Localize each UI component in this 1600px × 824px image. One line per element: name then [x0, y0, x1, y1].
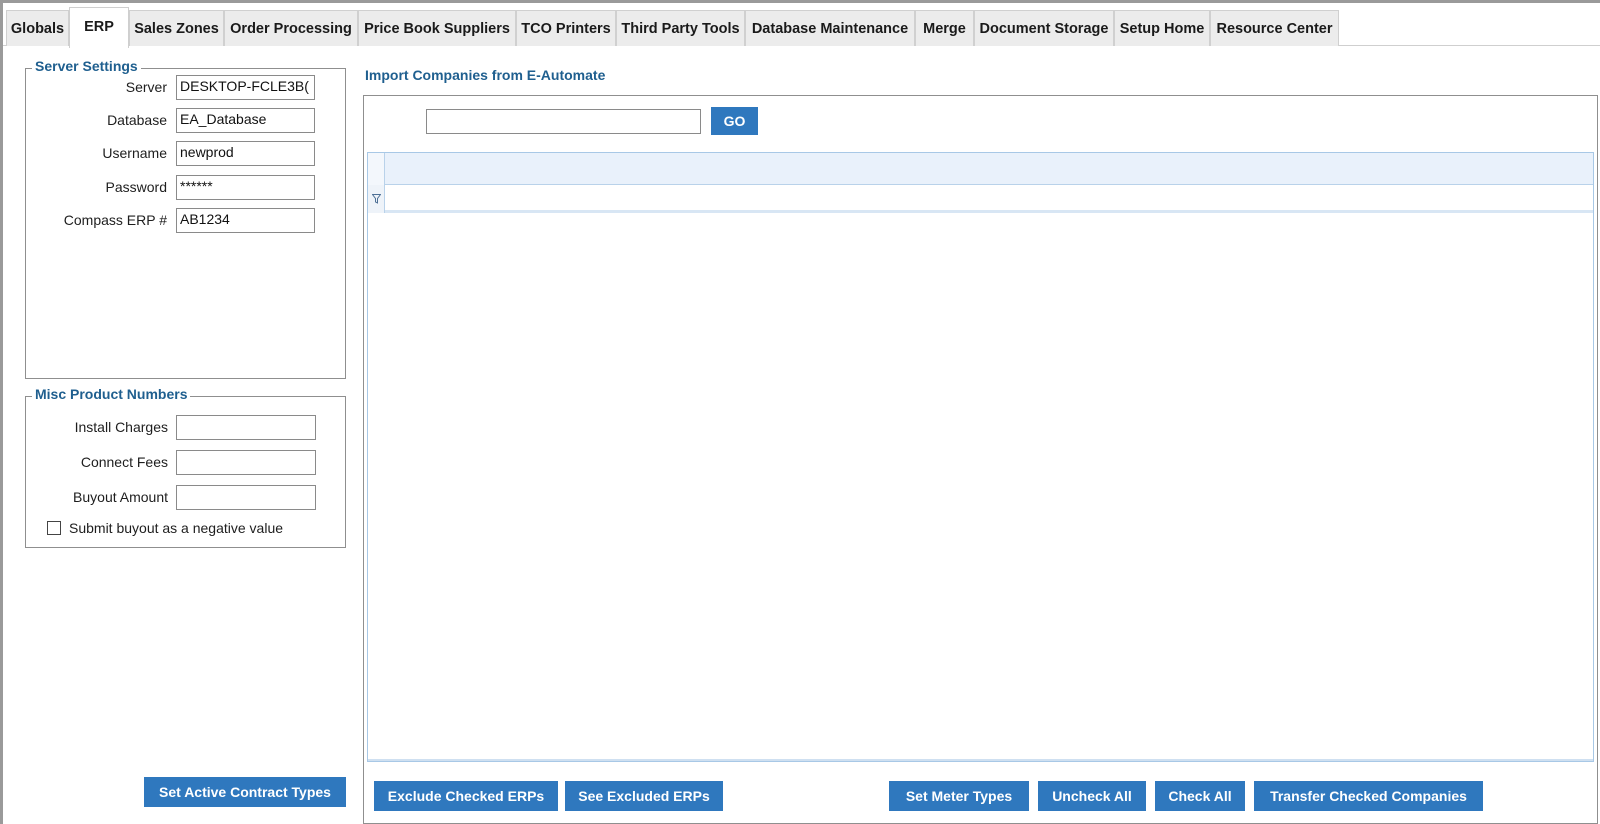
connect-fees-input[interactable]	[176, 450, 316, 475]
go-button[interactable]: GO	[711, 107, 758, 135]
tab-document-storage[interactable]: Document Storage	[974, 10, 1114, 46]
grid-header-row-selector	[368, 153, 385, 185]
negative-buyout-checkbox[interactable]	[47, 521, 61, 535]
check-all-button[interactable]: Check All	[1155, 781, 1245, 811]
username-label: Username	[102, 145, 167, 161]
tab-globals[interactable]: Globals	[6, 10, 69, 46]
server-input[interactable]: DESKTOP-FCLE3B(	[176, 75, 315, 100]
password-label: Password	[105, 179, 167, 195]
install-charges-label: Install Charges	[74, 419, 168, 435]
database-label: Database	[107, 112, 167, 128]
password-input[interactable]: ******	[176, 175, 315, 200]
exclude-checked-erps-button[interactable]: Exclude Checked ERPs	[374, 781, 558, 811]
buyout-amount-input[interactable]	[176, 485, 316, 510]
misc-product-numbers-title: Misc Product Numbers	[32, 386, 191, 402]
username-input[interactable]: newprod	[176, 141, 315, 166]
database-input[interactable]: EA_Database	[176, 108, 315, 133]
server-settings-title: Server Settings	[32, 58, 141, 74]
company-search-input[interactable]	[426, 109, 701, 134]
set-meter-types-button[interactable]: Set Meter Types	[889, 781, 1029, 811]
import-panel: GO Exclude Checked ERPs See Excluded ERP…	[363, 95, 1598, 824]
server-label: Server	[125, 79, 167, 95]
companies-grid	[367, 152, 1594, 762]
tab-tco-printers[interactable]: TCO Printers	[516, 10, 616, 46]
tab-bar: Globals ERP Sales Zones Order Processing…	[3, 3, 1600, 48]
import-companies-title: Import Companies from E-Automate	[365, 67, 606, 83]
compass-erp-input[interactable]: AB1234	[176, 208, 315, 233]
see-excluded-erps-button[interactable]: See Excluded ERPs	[565, 781, 723, 811]
tab-resource-center[interactable]: Resource Center	[1210, 10, 1339, 46]
tab-merge[interactable]: Merge	[915, 10, 974, 46]
buyout-amount-label: Buyout Amount	[73, 489, 168, 505]
tab-setup-home[interactable]: Setup Home	[1114, 10, 1210, 46]
grid-header	[368, 153, 1593, 185]
uncheck-all-button[interactable]: Uncheck All	[1038, 781, 1146, 811]
filter-icon[interactable]	[368, 185, 385, 213]
server-settings-group: Server Settings Server DESKTOP-FCLE3B( D…	[25, 58, 346, 379]
set-active-contract-types-button[interactable]: Set Active Contract Types	[144, 777, 346, 807]
tab-third-party-tools[interactable]: Third Party Tools	[616, 10, 745, 46]
tab-sales-zones[interactable]: Sales Zones	[129, 10, 224, 46]
install-charges-input[interactable]	[176, 415, 316, 440]
tab-order-processing[interactable]: Order Processing	[224, 10, 358, 46]
tab-price-book-suppliers[interactable]: Price Book Suppliers	[358, 10, 516, 46]
tab-database-maintenance[interactable]: Database Maintenance	[745, 10, 915, 46]
compass-erp-label: Compass ERP #	[63, 212, 167, 228]
negative-buyout-label: Submit buyout as a negative value	[69, 520, 284, 536]
transfer-checked-companies-button[interactable]: Transfer Checked Companies	[1254, 781, 1483, 811]
connect-fees-label: Connect Fees	[80, 454, 168, 470]
tab-erp[interactable]: ERP	[69, 7, 129, 48]
grid-filter-row	[368, 185, 1593, 213]
misc-product-numbers-group: Misc Product Numbers Install Charges Con…	[25, 386, 346, 548]
grid-bottom-border	[368, 759, 1593, 761]
